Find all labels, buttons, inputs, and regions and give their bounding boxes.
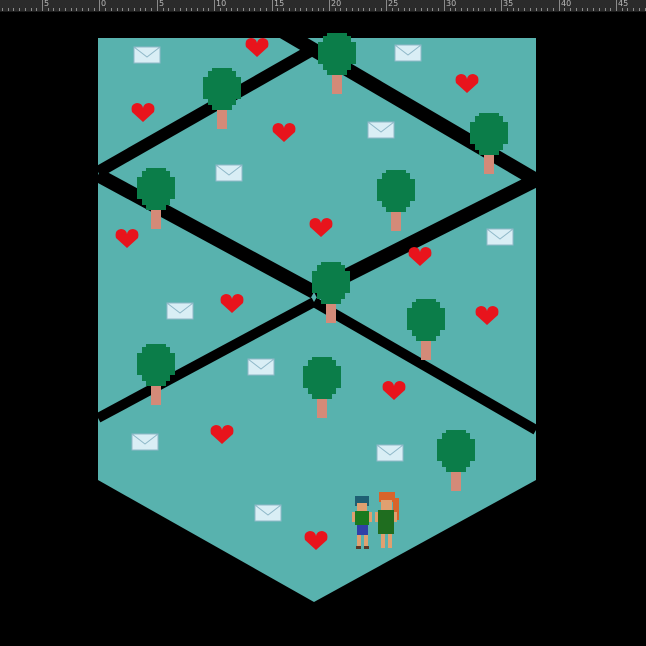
envelope bbox=[254, 504, 282, 522]
envelope bbox=[166, 302, 194, 320]
envelope bbox=[486, 228, 514, 246]
envelope bbox=[376, 444, 404, 462]
envelope bbox=[367, 121, 395, 139]
envelope bbox=[394, 44, 422, 62]
envelope bbox=[215, 164, 243, 182]
envelope bbox=[133, 46, 161, 64]
game-scene bbox=[98, 33, 536, 602]
envelope bbox=[247, 358, 275, 376]
envelope bbox=[131, 433, 159, 451]
